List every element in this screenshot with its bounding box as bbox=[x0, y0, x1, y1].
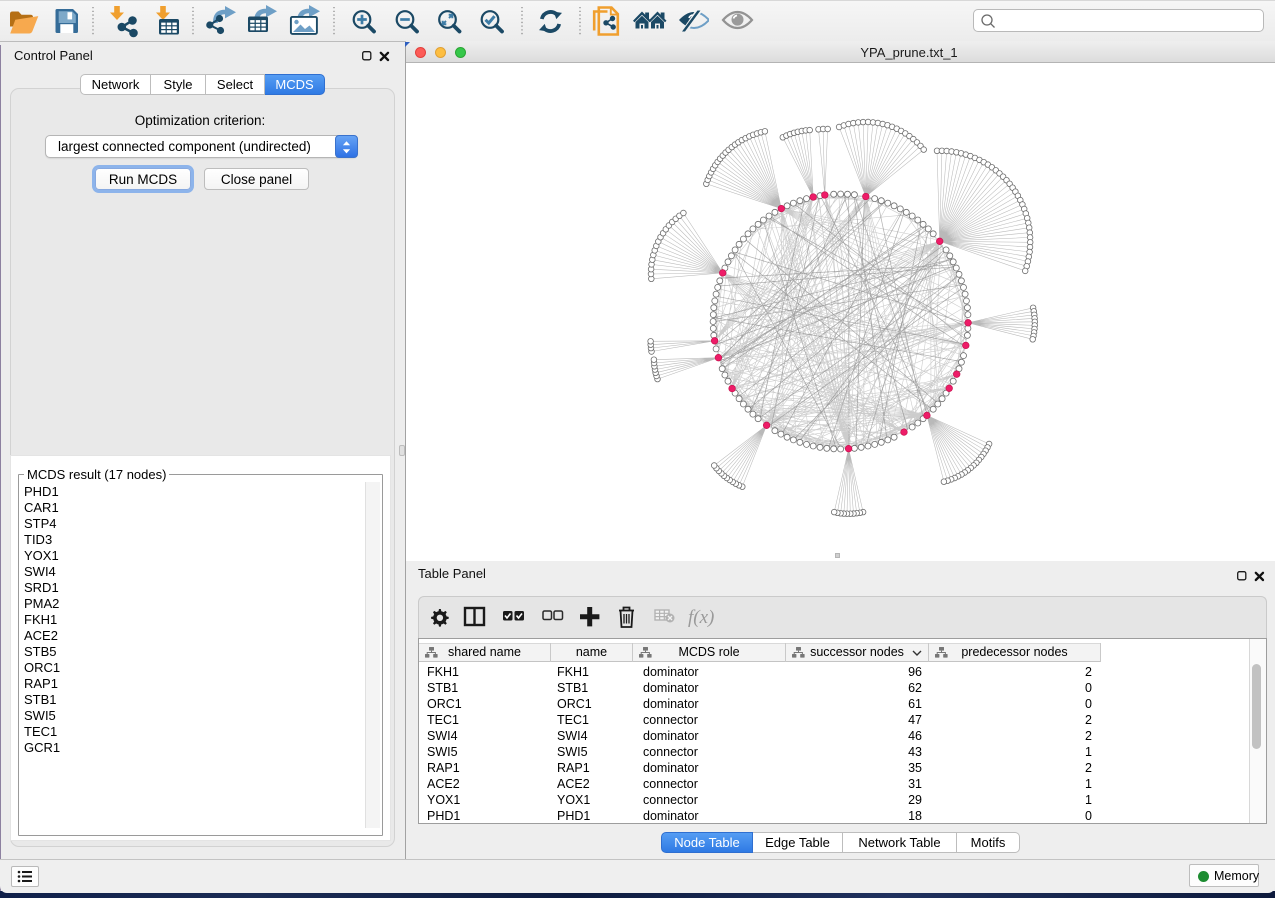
svg-text:f(x): f(x) bbox=[688, 607, 714, 628]
